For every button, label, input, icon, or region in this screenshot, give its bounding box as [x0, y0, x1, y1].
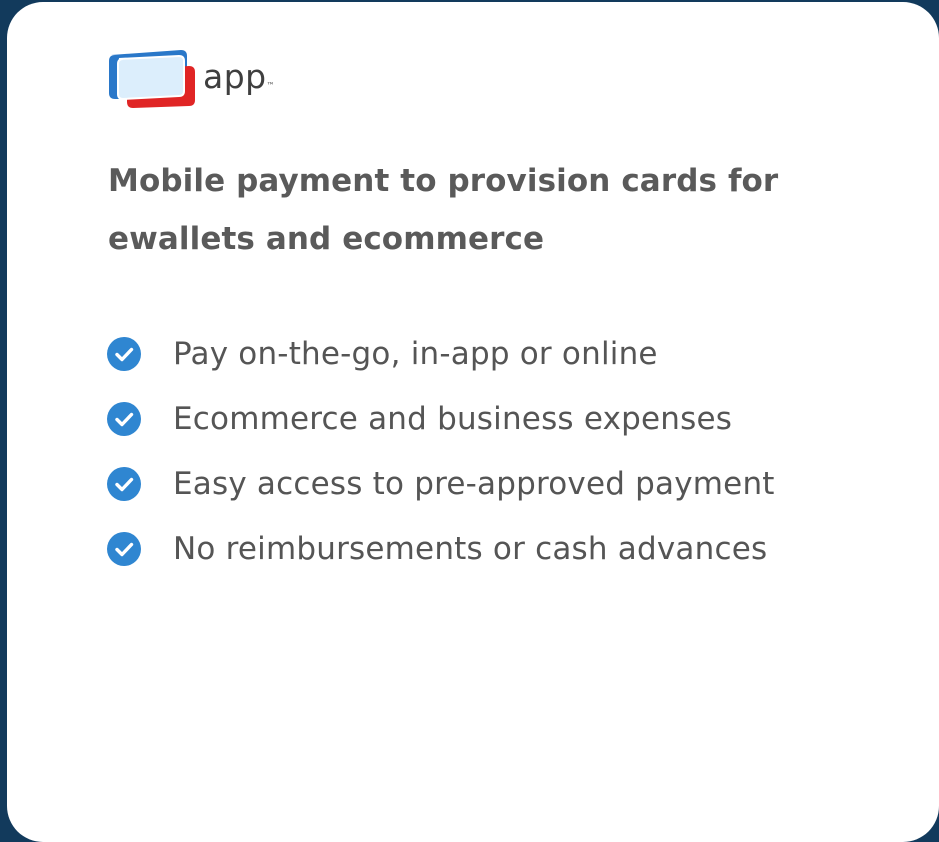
info-card: app™ Mobile payment to provision cards f… [7, 2, 939, 842]
feature-item: Ecommerce and business expenses [107, 387, 775, 451]
trademark-symbol: ™ [266, 80, 276, 90]
feature-item: No reimbursements or cash advances [107, 517, 775, 581]
feature-text: No reimbursements or cash advances [173, 531, 768, 567]
check-circle-icon [107, 402, 141, 436]
feature-text: Easy access to pre-approved payment [173, 466, 775, 502]
logo-wordmark: app™ [203, 56, 276, 96]
feature-list: Pay on-the-go, in-app or online Ecommerc… [107, 322, 775, 582]
check-circle-icon [107, 337, 141, 371]
feature-item: Pay on-the-go, in-app or online [107, 322, 775, 386]
card-stack-logo-icon [109, 50, 195, 108]
headline: Mobile payment to provision cards for ew… [108, 163, 779, 257]
app-logo: app™ [107, 48, 275, 112]
check-circle-icon [107, 467, 141, 501]
feature-text: Pay on-the-go, in-app or online [173, 336, 658, 372]
feature-item: Easy access to pre-approved payment [107, 452, 775, 516]
check-circle-icon [107, 532, 141, 566]
feature-text: Ecommerce and business expenses [173, 401, 733, 437]
